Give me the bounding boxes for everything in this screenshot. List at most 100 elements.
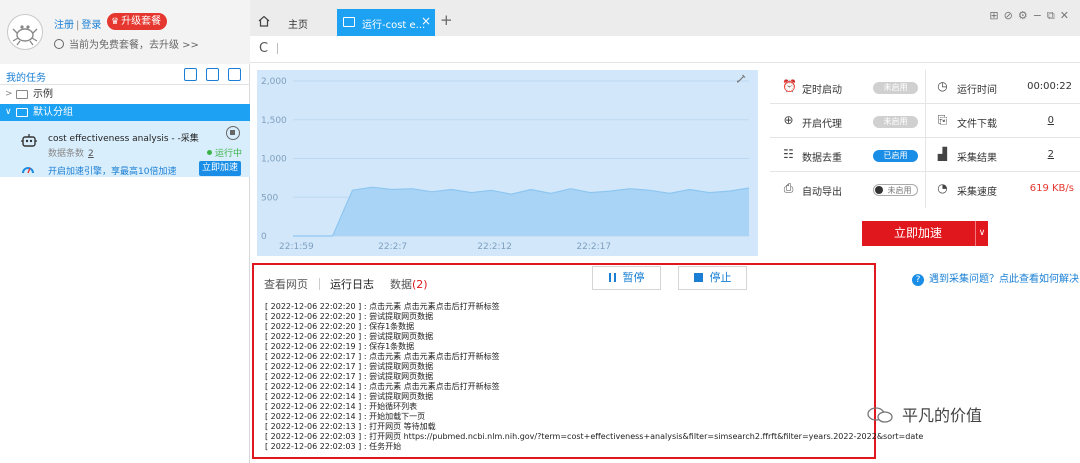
tab-run-task[interactable]: 运行-cost e... × [337, 9, 435, 36]
tab-run-log[interactable]: 运行日志 [330, 276, 374, 292]
login-link[interactable]: 登录 [81, 20, 101, 31]
speedometer-icon: ◔ [937, 181, 948, 195]
speed-label: 采集速度 [957, 187, 997, 198]
accelerate-button[interactable]: 立即加速 [199, 161, 241, 176]
minimize-icon[interactable]: − [1033, 9, 1047, 22]
new-tab-icon[interactable]: + [440, 11, 453, 29]
dedup-toggle[interactable]: 已启用 [873, 150, 918, 162]
document-icon [343, 17, 355, 27]
avatar[interactable] [7, 14, 43, 50]
log-line: [ 2022-12-06 22:02:17 ] : 点击元素 点击元素点击后打开… [265, 352, 500, 361]
home-icon [258, 15, 270, 27]
pause-icon [608, 273, 616, 282]
help-link[interactable]: ? 遇到采集问题？点此查看如何解决 [912, 270, 1079, 286]
watermark: 平凡的价值 [866, 402, 982, 426]
record-count: 数据条数 2 [48, 146, 94, 159]
alarm-clock-icon: ⏰ [782, 79, 797, 93]
import-task-icon[interactable] [184, 68, 197, 81]
stat-row-3: ☷ 数据去重 已启用 ▟ 采集结果 2 [770, 138, 1080, 172]
robot-icon [21, 134, 37, 147]
tree-item-default-group[interactable]: ∨ 默认分组 [0, 104, 250, 121]
accel-hint[interactable]: 开启加速引擎，享最高10倍加速 [48, 164, 176, 177]
log-line: [ 2022-12-06 22:02:13 ] : 打开网页 等待加载 [265, 422, 436, 431]
run-stats-panel: ⏰ 定时启动 未启用 ◷ 运行时间 00:00:22 ⊕ 开启代理 未启用 ⎘ … [770, 70, 1080, 208]
x-tick-label: 22:1:59 [279, 242, 314, 252]
stat-row-2: ⊕ 开启代理 未启用 ⎘ 文件下载 0 [770, 104, 1080, 138]
settings-icon[interactable]: ⚙ [1018, 9, 1033, 22]
close-tab-icon[interactable]: × [421, 14, 431, 28]
results-label: 采集结果 [957, 153, 997, 164]
auto-export-switch[interactable]: 未启用 [873, 184, 918, 196]
log-line: [ 2022-12-06 22:02:19 ] : 保存1条数据 [265, 342, 415, 351]
log-line: [ 2022-12-06 22:02:20 ] : 尝试提取网页数据 [265, 332, 434, 341]
proxy-toggle[interactable]: 未启用 [873, 116, 918, 128]
gauge-icon [22, 167, 34, 174]
app-window: 注册 | 登录 ♛ 升级套餐 当前为免费套餐，去升级 >> 我的任务 > 示例 ∨ 默… [0, 0, 1080, 463]
chevron-down-icon[interactable]: ∨ [5, 104, 12, 121]
pause-button[interactable]: 暂停 [592, 266, 661, 290]
new-task-icon[interactable] [206, 68, 219, 81]
stop-button[interactable]: 停止 [678, 266, 747, 290]
dedup-label: 数据去重 [802, 153, 842, 164]
speed-chart: 0 500 1,000 1,500 2,000 22:1:59 22:2:7 22:2:12 2… [257, 70, 758, 256]
data-count: (2) [412, 278, 428, 291]
tab-data[interactable]: 数据(2) [390, 276, 428, 292]
edit-icon[interactable] [736, 74, 746, 84]
log-line: [ 2022-12-06 22:02:17 ] : 尝试提取网页数据 [265, 372, 434, 381]
plan-info[interactable]: 当前为免费套餐，去升级 >> [54, 36, 199, 51]
upgrade-button[interactable]: ♛ 升级套餐 [107, 13, 168, 30]
tree-item-example[interactable]: > 示例 [0, 86, 250, 103]
tab-data-label: 数据 [390, 278, 412, 291]
gift-icon[interactable]: ⊞ [989, 9, 1003, 22]
schedule-toggle[interactable]: 未启用 [873, 82, 918, 94]
auto-export-label: 自动导出 [802, 187, 842, 198]
status-badge: 运行中 [207, 146, 242, 159]
log-line: [ 2022-12-06 22:02:03 ] : 任务开始 [265, 442, 402, 451]
log-line: [ 2022-12-06 22:02:14 ] : 开始循环列表 [265, 402, 418, 411]
chevron-right-icon[interactable]: > [5, 86, 13, 103]
log-line: [ 2022-12-06 22:02:20 ] : 尝试提取网页数据 [265, 312, 434, 321]
register-link[interactable]: 注册 [54, 20, 74, 31]
y-tick-label: 2,000 [261, 77, 287, 87]
boost-button[interactable]: 立即加速 ∨ [862, 221, 988, 246]
folder-icon [16, 108, 28, 117]
close-icon[interactable]: ✕ [1060, 9, 1074, 22]
reload-icon[interactable]: C [259, 41, 268, 56]
stat-row-1: ⏰ 定时启动 未启用 ◷ 运行时间 00:00:22 [770, 70, 1080, 104]
chevron-down-icon[interactable]: ∨ [975, 221, 988, 246]
help-icon[interactable]: ⊘ [1004, 9, 1018, 22]
url-input[interactable] [277, 43, 278, 54]
tab-view-page[interactable]: 查看网页 [264, 276, 308, 292]
file-download-value[interactable]: 0 [1048, 115, 1054, 126]
task-name[interactable]: cost effectiveness analysis - -采集 [48, 131, 199, 144]
tab-bar: 主页 运行-cost e... × + ⊞⊘⚙−⧉✕ [250, 0, 1080, 36]
x-tick-label: 22:2:17 [576, 242, 611, 252]
stop-task-icon[interactable] [226, 126, 240, 140]
switch-knob [875, 186, 883, 194]
upgrade-label: 升级套餐 [121, 16, 162, 27]
boost-label: 立即加速 [893, 226, 942, 240]
status-text: 运行中 [215, 149, 243, 159]
crab-icon [12, 25, 38, 46]
plan-text: 当前为免费套餐，去升级 >> [69, 40, 199, 51]
tab-divider [319, 278, 320, 290]
restore-icon[interactable]: ⧉ [1047, 9, 1060, 22]
y-tick-label: 1,500 [261, 116, 287, 126]
record-count-value[interactable]: 2 [88, 149, 94, 159]
log-line: [ 2022-12-06 22:02:20 ] : 点击元素 点击元素点击后打开… [265, 302, 500, 311]
search-task-icon[interactable] [228, 68, 241, 81]
file-download-icon: ⎘ [937, 113, 948, 127]
crown-icon: ♛ [111, 17, 120, 27]
series-area [293, 187, 749, 236]
results-value[interactable]: 2 [1048, 149, 1054, 160]
tab-home[interactable]: 主页 [250, 9, 335, 36]
window-controls: ⊞⊘⚙−⧉✕ [989, 9, 1074, 23]
alarm-icon [54, 39, 64, 49]
question-icon: ? [912, 274, 924, 286]
bar-chart-icon: ▟ [937, 147, 948, 161]
stop-icon [693, 273, 703, 282]
my-tasks-header: 我的任务 [0, 65, 250, 85]
export-icon: ⎙ [783, 181, 794, 195]
clock-icon: ◷ [937, 79, 948, 93]
tree-item-label: 示例 [33, 89, 53, 100]
